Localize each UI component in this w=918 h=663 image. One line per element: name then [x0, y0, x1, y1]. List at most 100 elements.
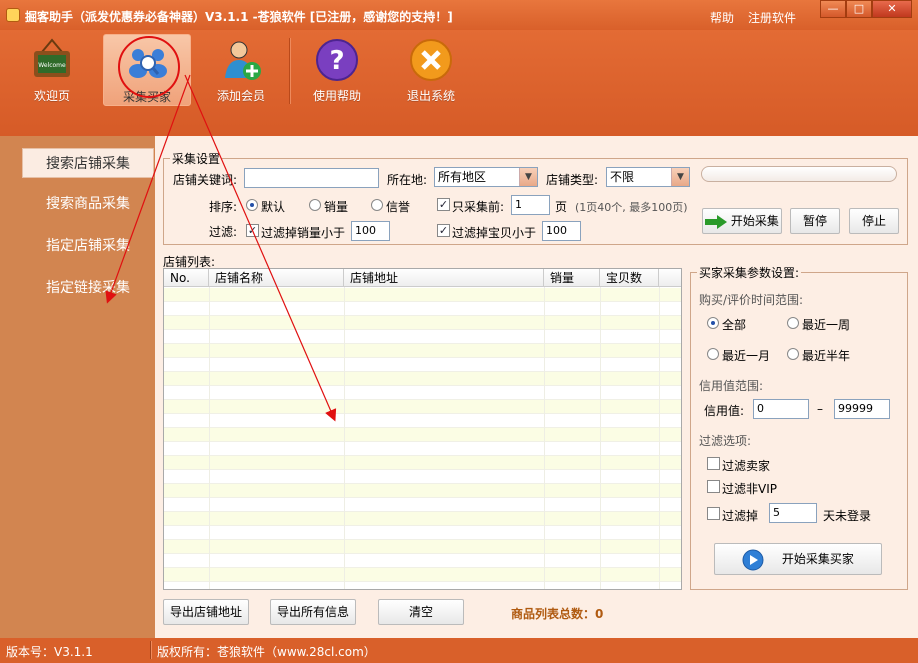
export-shop-url-button[interactable]: 导出店铺地址: [163, 599, 249, 625]
column-header-shop-name[interactable]: 店铺名称: [209, 269, 344, 287]
inactive-days-input[interactable]: 5: [769, 503, 817, 523]
column-header-item-count[interactable]: 宝贝数: [600, 269, 659, 287]
play-icon: [742, 549, 764, 570]
filter-sales-input[interactable]: 100: [351, 221, 390, 241]
credit-dash: –: [817, 402, 823, 416]
table-header: No. 店铺名称 店铺地址 销量 宝贝数: [164, 269, 681, 287]
location-select[interactable]: 所有地区 ▼: [434, 167, 538, 187]
keyword-input[interactable]: [244, 168, 379, 188]
status-bar: 版本号：V3.1.1 版权所有：苍狼软件（www.28cl.com）: [0, 638, 918, 663]
table-row: [164, 414, 681, 428]
credit-max-input[interactable]: 99999: [834, 399, 890, 419]
time-month-label: 最近一月: [722, 349, 771, 363]
filter-inactive-checkbox[interactable]: [707, 507, 720, 520]
sort-sales-label: 销量: [324, 200, 349, 214]
column-header-no[interactable]: No.: [164, 269, 209, 287]
start-collect-buyers-button[interactable]: 开始采集买家: [714, 543, 882, 575]
chevron-down-icon: ▼: [519, 168, 537, 186]
filter-sales-label: 过滤掉销量小于: [261, 226, 346, 240]
sidebar-item-specific-shop[interactable]: 指定店铺采集: [22, 231, 154, 261]
time-range-label: 购买/评价时间范围:: [699, 293, 804, 307]
filter-items-label: 过滤掉宝贝小于: [452, 226, 537, 240]
sidebar-item-search-shop[interactable]: 搜索店铺采集: [22, 148, 154, 178]
sort-credit-label: 信誉: [386, 200, 411, 214]
credit-range-label: 信用值范围:: [699, 379, 764, 393]
status-separator: [150, 641, 151, 659]
only-collect-checkbox[interactable]: ✓: [437, 198, 450, 211]
table-row: [164, 400, 681, 414]
filter-non-vip-checkbox[interactable]: [707, 480, 720, 493]
maximize-button[interactable]: □: [846, 0, 872, 18]
filter-label: 过滤:: [209, 225, 238, 239]
filter-seller-label: 过滤卖家: [722, 459, 771, 473]
keyword-label: 店铺关键词:: [173, 173, 238, 187]
sort-default-label: 默认: [261, 200, 286, 214]
toolbar-separator: [289, 38, 290, 104]
pause-button[interactable]: 暂停: [790, 208, 840, 234]
filter-items-checkbox[interactable]: ✓: [437, 224, 450, 237]
time-month-radio[interactable]: [707, 348, 719, 360]
sidebar: 搜索店铺采集 搜索商品采集 指定店铺采集 指定链接采集: [0, 136, 155, 638]
sidebar-item-search-product[interactable]: 搜索商品采集: [22, 189, 154, 219]
table-row: [164, 330, 681, 344]
close-button[interactable]: ✕: [872, 0, 912, 18]
time-week-radio[interactable]: [787, 317, 799, 329]
table-row: [164, 568, 681, 582]
time-all-radio[interactable]: [707, 317, 719, 329]
filter-items-input[interactable]: 100: [542, 221, 581, 241]
register-link[interactable]: 注册软件: [748, 9, 796, 26]
toolbar-exit-button[interactable]: 退出系统: [387, 34, 475, 106]
table-row: [164, 498, 681, 512]
sort-default-radio[interactable]: [246, 199, 258, 211]
only-collect-input[interactable]: 1: [511, 195, 550, 215]
time-half-year-label: 最近半年: [802, 349, 851, 363]
sort-credit-radio[interactable]: [371, 199, 383, 211]
table-row: [164, 470, 681, 484]
table-row: [164, 428, 681, 442]
sort-sales-radio[interactable]: [309, 199, 321, 211]
toolbar-help-button[interactable]: ? 使用帮助: [293, 34, 381, 106]
time-all-label: 全部: [722, 318, 747, 332]
toolbar-add-member-button[interactable]: 添加会员: [197, 34, 285, 106]
toolbar-add-member-label: 添加会员: [216, 89, 265, 103]
stop-button[interactable]: 停止: [849, 208, 899, 234]
start-collect-button[interactable]: 开始采集: [702, 208, 782, 234]
column-divider: [600, 287, 601, 589]
table-row: [164, 582, 681, 589]
export-all-button[interactable]: 导出所有信息: [270, 599, 356, 625]
main-panel: 采集设置 店铺关键词: 所在地: 所有地区 ▼ 店铺类型: 不限 ▼ 排序: 默…: [155, 136, 918, 638]
table-row: [164, 442, 681, 456]
location-value: 所有地区: [438, 170, 487, 184]
filter-sales-checkbox[interactable]: ✓: [246, 224, 259, 237]
time-week-label: 最近一周: [802, 318, 851, 332]
product-total-label: 商品列表总数：0: [511, 607, 604, 621]
svg-text:Welcome: Welcome: [38, 62, 66, 69]
toolbar-collect-buyers-button[interactable]: 采集买家: [103, 34, 191, 106]
collect-settings-legend: 采集设置: [172, 152, 221, 166]
shop-list-table[interactable]: No. 店铺名称 店铺地址 销量 宝贝数: [163, 268, 682, 590]
table-row: [164, 344, 681, 358]
credit-min-input[interactable]: 0: [753, 399, 809, 419]
buyer-settings-legend: 买家采集参数设置:: [699, 266, 800, 280]
time-half-year-radio[interactable]: [787, 348, 799, 360]
clear-button[interactable]: 清空: [378, 599, 464, 625]
column-header-sales[interactable]: 销量: [544, 269, 600, 287]
help-link[interactable]: 帮助: [710, 9, 734, 26]
minimize-button[interactable]: —: [820, 0, 846, 18]
sidebar-item-specific-link[interactable]: 指定链接采集: [22, 273, 154, 303]
filter-inactive-label: 过滤掉: [722, 509, 759, 523]
column-divider: [209, 287, 210, 589]
filter-seller-checkbox[interactable]: [707, 457, 720, 470]
column-header-shop-url[interactable]: 店铺地址: [344, 269, 544, 287]
svg-text:?: ?: [329, 46, 344, 76]
location-label: 所在地:: [387, 173, 428, 187]
start-collect-label: 开始采集: [730, 214, 779, 228]
shop-type-select[interactable]: 不限 ▼: [606, 167, 690, 187]
toolbar-collect-buyers-label: 采集买家: [122, 90, 171, 104]
table-row: [164, 554, 681, 568]
column-divider: [659, 287, 660, 589]
table-row: [164, 288, 681, 302]
toolbar-welcome-button[interactable]: Welcome 欢迎页: [8, 34, 96, 106]
table-row: [164, 316, 681, 330]
column-divider: [544, 287, 545, 589]
